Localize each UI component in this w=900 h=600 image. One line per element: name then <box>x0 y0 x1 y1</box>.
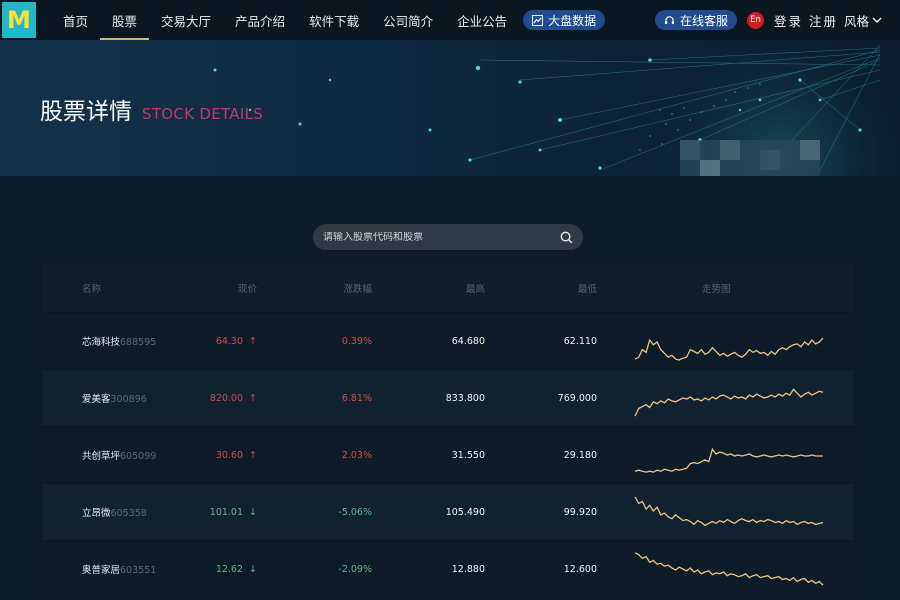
header-price: 现价 <box>237 284 257 295</box>
nav-item-home[interactable]: 首页 <box>51 0 100 40</box>
stock-name-cell: 立昂微605358 <box>42 505 192 519</box>
up-arrow-icon: ↑ <box>249 449 257 461</box>
stock-name: 共创草坪 <box>82 451 121 462</box>
change-cell: 6.81% <box>341 392 372 404</box>
search-input[interactable] <box>323 231 560 243</box>
page-subtitle: STOCK DETAILS <box>142 105 264 123</box>
style-dropdown[interactable]: 风格 <box>844 11 882 30</box>
price-cell: 101.01 ↓ <box>192 507 257 518</box>
stock-name: 奥普家居 <box>82 565 121 576</box>
trend-sparkline <box>634 496 824 527</box>
online-service-button[interactable]: 在线客服 <box>654 10 737 30</box>
change-cell: 2.03% <box>341 449 372 461</box>
change-cell: -5.06% <box>338 506 372 518</box>
low-cell: 12.600 <box>563 563 597 575</box>
chevron-down-icon <box>872 17 882 23</box>
stock-table: 名称 现价 涨跌幅 最高 最低 走势图 芯海科技688595 64.30 ↑ 0.… <box>42 264 854 600</box>
table-row[interactable]: 共创草坪605099 30.60 ↑ 2.03% 31.550 29.180 <box>42 426 854 483</box>
stock-code: 603551 <box>120 565 157 576</box>
low-cell: 769.000 <box>557 392 597 404</box>
table-row[interactable]: 立昂微605358 101.01 ↓ -5.06% 105.490 99.920 <box>42 483 854 540</box>
trend-sparkline <box>634 388 824 417</box>
stock-price: 30.60 <box>215 449 244 461</box>
trend-sparkline <box>634 337 824 361</box>
table-row[interactable]: 奥普家居603551 12.62 ↓ -2.09% 12.880 12.600 <box>42 540 854 597</box>
page-title: 股票详情 <box>40 99 132 125</box>
high-cell: 31.550 <box>451 449 485 461</box>
big-data-button[interactable]: 大盘数据 <box>523 10 606 30</box>
big-data-label: 大盘数据 <box>548 13 597 28</box>
low-cell: 29.180 <box>563 449 597 461</box>
nav-item-announcements[interactable]: 企业公告 <box>445 0 519 40</box>
high-cell: 105.490 <box>445 506 485 518</box>
nav-item-stocks[interactable]: 股票 <box>100 0 150 40</box>
header-change: 涨跌幅 <box>343 284 372 295</box>
stock-price: 101.01 <box>209 506 244 518</box>
stock-code: 300896 <box>110 394 147 405</box>
stock-name-cell: 芯海科技688595 <box>42 334 192 348</box>
price-cell: 30.60 ↑ <box>192 450 257 461</box>
search-icon[interactable] <box>560 231 573 244</box>
stock-price: 12.62 <box>215 563 244 575</box>
header-high: 最高 <box>465 284 485 295</box>
change-cell: 0.39% <box>341 335 372 347</box>
trend-sparkline <box>634 552 824 586</box>
price-cell: 64.30 ↑ <box>192 336 257 347</box>
stock-code: 605358 <box>110 508 147 519</box>
stock-code: 605099 <box>120 451 157 462</box>
price-cell: 12.62 ↓ <box>192 564 257 575</box>
table-header: 名称 现价 涨跌幅 最高 最低 走势图 <box>42 264 854 312</box>
stock-name-cell: 奥普家居603551 <box>42 562 192 576</box>
top-nav: M 首页 股票 交易大厅 产品介绍 软件下载 公司简介 企业公告 大盘数据 在线… <box>0 0 900 40</box>
stock-name: 爱美客 <box>82 394 111 405</box>
headset-icon <box>664 15 675 24</box>
language-switch[interactable]: En <box>747 11 764 29</box>
stock-search-bar <box>313 224 583 250</box>
down-arrow-icon: ↓ <box>249 563 257 575</box>
login-register-link[interactable]: 登录 注册 <box>774 11 838 30</box>
online-service-label: 在线客服 <box>679 13 728 28</box>
nav-item-trading-hall[interactable]: 交易大厅 <box>149 0 223 40</box>
stock-name-cell: 共创草坪605099 <box>42 448 192 462</box>
header-name: 名称 <box>82 284 102 295</box>
table-row[interactable]: 芯海科技688595 64.30 ↑ 0.39% 64.680 62.110 <box>42 312 854 369</box>
main-nav: 首页 股票 交易大厅 产品介绍 软件下载 公司简介 企业公告 大盘数据 <box>51 0 606 40</box>
up-arrow-icon: ↑ <box>249 335 257 347</box>
nav-item-about[interactable]: 公司简介 <box>371 0 445 40</box>
nav-item-download[interactable]: 软件下载 <box>297 0 371 40</box>
stock-name-cell: 爱美客300896 <box>42 391 192 405</box>
low-cell: 99.920 <box>563 506 597 518</box>
trend-cell <box>597 377 854 419</box>
chart-icon <box>532 14 544 26</box>
down-arrow-icon: ↓ <box>249 506 257 518</box>
header-low: 最低 <box>577 284 597 295</box>
style-label: 风格 <box>843 13 869 29</box>
trend-cell <box>597 491 854 533</box>
price-cell: 820.00 ↑ <box>192 393 257 404</box>
stock-name: 芯海科技 <box>82 337 121 348</box>
trend-cell <box>597 434 854 476</box>
low-cell: 62.110 <box>563 335 597 347</box>
trend-cell <box>597 320 854 362</box>
stock-name: 立昂微 <box>82 508 111 519</box>
header-trend: 走势图 <box>702 284 731 295</box>
stock-price: 64.30 <box>215 335 244 347</box>
stock-code: 688595 <box>120 337 157 348</box>
nav-item-products[interactable]: 产品介绍 <box>223 0 297 40</box>
logo[interactable]: M <box>2 2 36 38</box>
up-arrow-icon: ↑ <box>249 392 257 404</box>
high-cell: 64.680 <box>451 335 485 347</box>
high-cell: 12.880 <box>451 563 485 575</box>
table-row[interactable]: 爱美客300896 820.00 ↑ 6.81% 833.800 769.000 <box>42 369 854 426</box>
trend-sparkline <box>634 447 823 473</box>
trend-cell <box>597 548 854 590</box>
stock-price: 820.00 <box>209 392 244 404</box>
change-cell: -2.09% <box>338 563 372 575</box>
high-cell: 833.800 <box>445 392 485 404</box>
page-banner: 股票详情 STOCK DETAILS <box>0 40 900 176</box>
